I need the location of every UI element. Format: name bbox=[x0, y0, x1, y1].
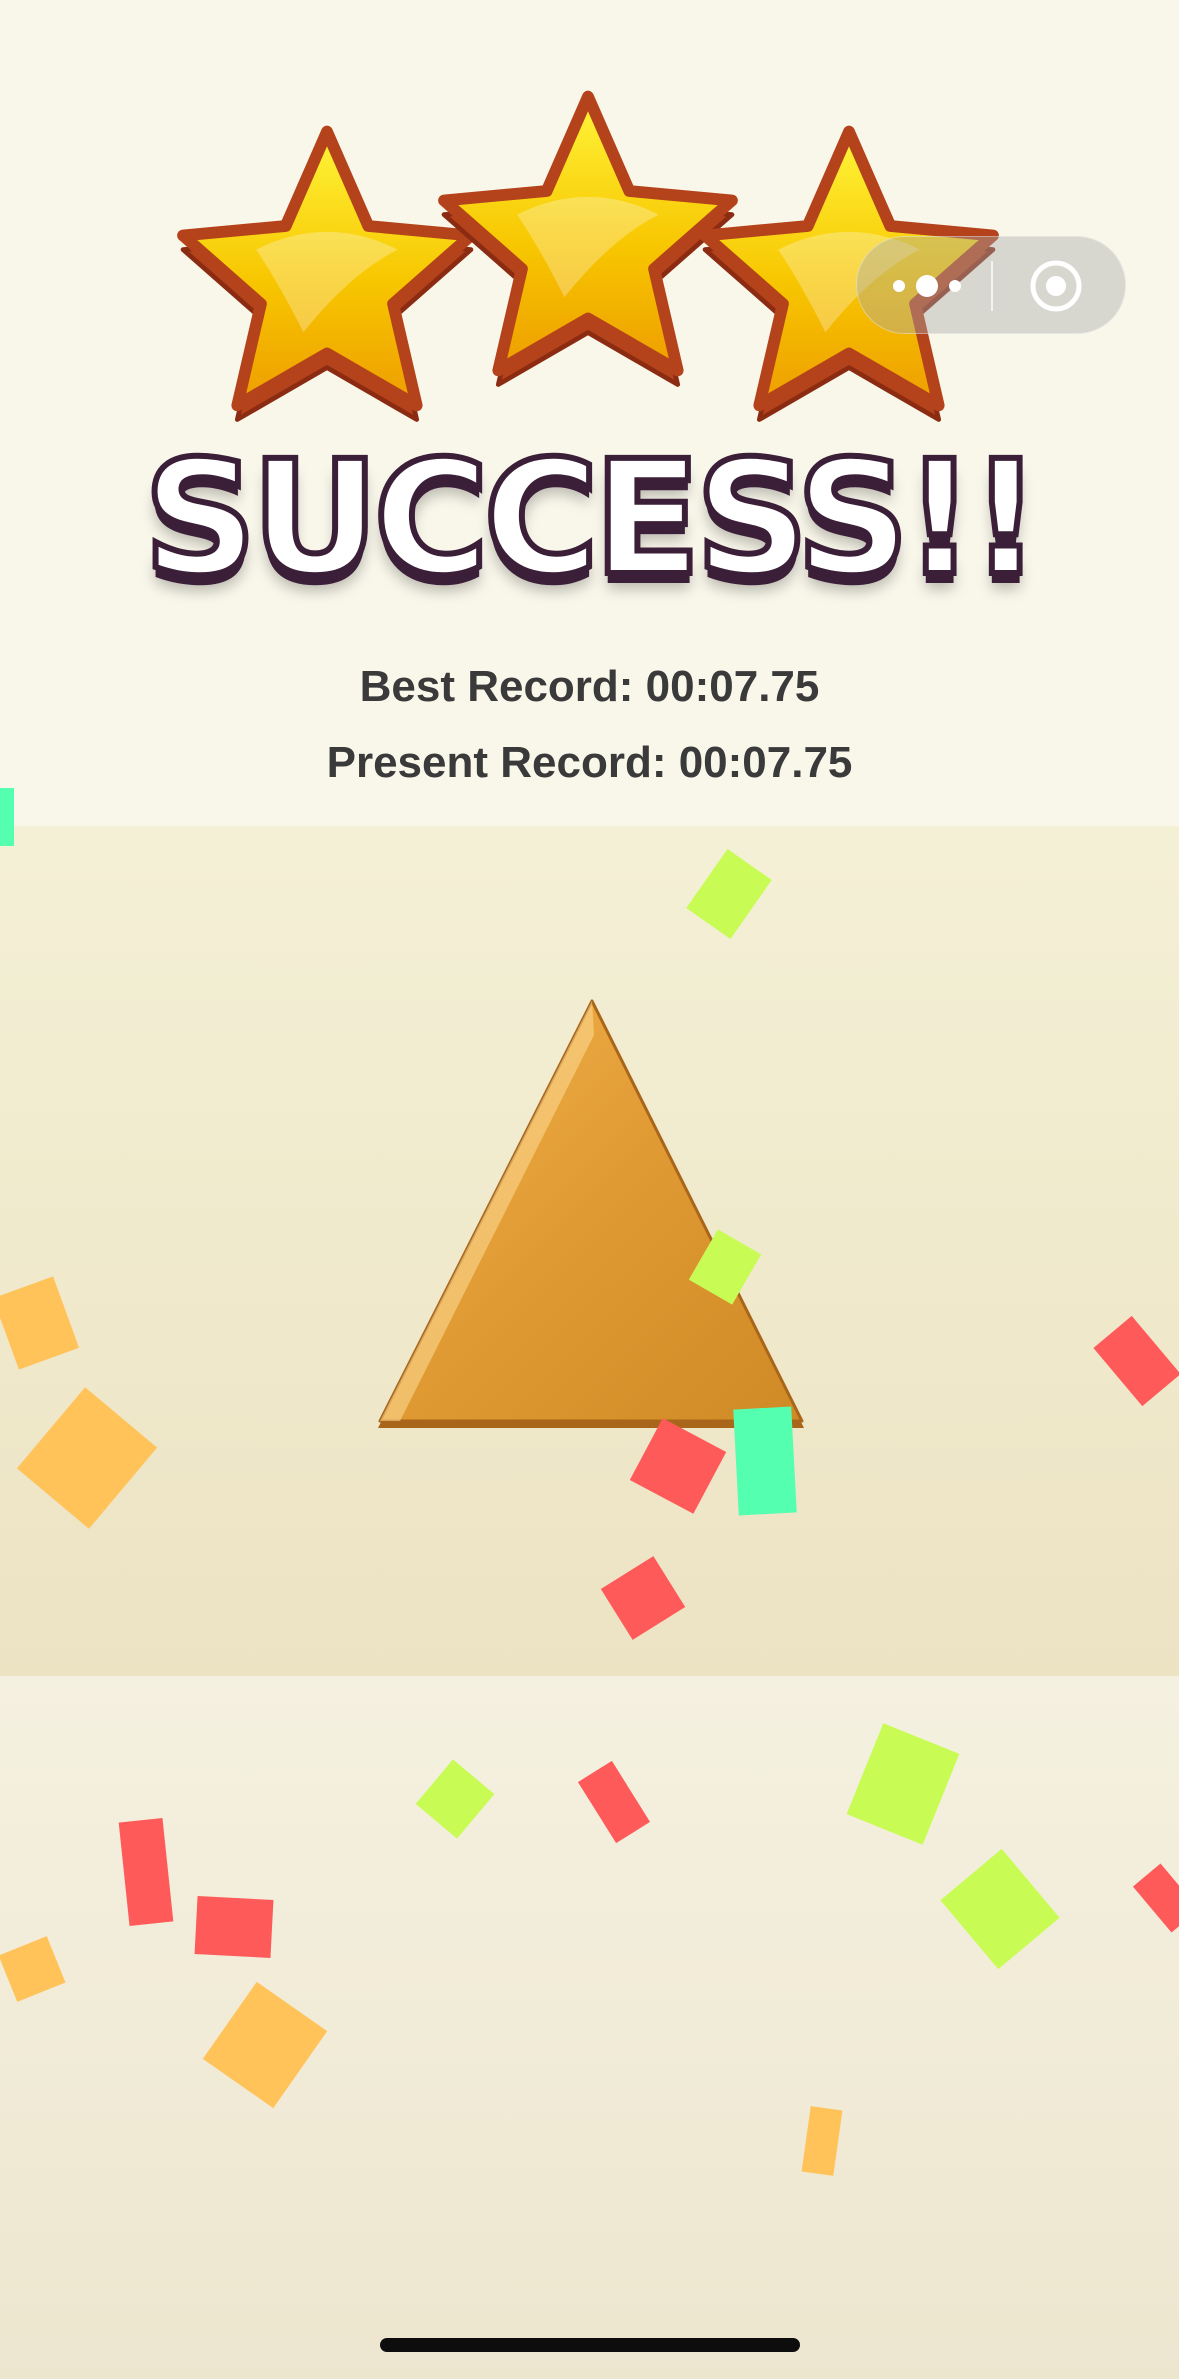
more-dots-icon[interactable] bbox=[885, 261, 969, 311]
star-icon bbox=[438, 90, 738, 387]
mini-program-capsule bbox=[856, 236, 1126, 334]
home-indicator[interactable] bbox=[380, 2338, 800, 2352]
success-title: SUCCESS!! bbox=[140, 427, 1045, 611]
rating-stars bbox=[177, 90, 999, 422]
capsule-divider bbox=[991, 261, 993, 311]
target-close-icon[interactable] bbox=[1021, 259, 1091, 313]
best-record: Best Record: 00:07.75 bbox=[359, 662, 820, 711]
piece-tray bbox=[0, 1676, 1179, 2379]
present-record: Present Record: 00:07.75 bbox=[326, 738, 853, 787]
star-icon bbox=[177, 125, 477, 422]
game-screen: SUCCESS!! Best Record: 00:07.75 Present … bbox=[0, 0, 1179, 2379]
triangle-piece[interactable] bbox=[370, 995, 810, 1430]
